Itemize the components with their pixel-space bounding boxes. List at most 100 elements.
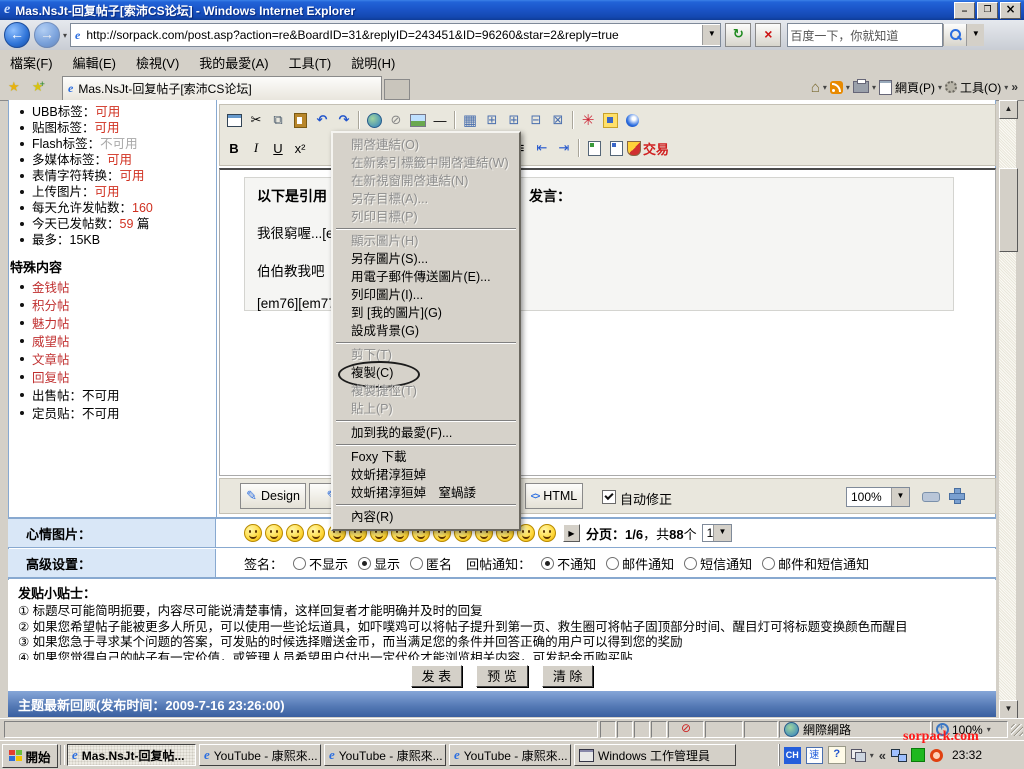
menu-edit[interactable]: 編輯(E) [63,50,126,75]
emoticon[interactable] [307,524,325,542]
delete-cell-icon[interactable] [525,110,547,130]
page-scrollbar-thumb[interactable] [999,168,1018,252]
speed-tray-icon[interactable]: 速 [806,747,823,764]
menu-favorites[interactable]: 我的最愛(A) [189,50,278,75]
scroll-down-icon[interactable]: ▼ [999,700,1018,719]
menu-item-copy-shortcut[interactable]: 複製捷徑(T) [334,382,518,400]
undo-icon[interactable] [311,110,333,130]
preview-button[interactable]: 预 览 [476,665,528,687]
menu-help[interactable]: 說明(H) [341,50,405,75]
active-tab[interactable]: e Mas.NsJt-回复帖子[索沛CS论坛] [62,76,382,100]
overflow-chevron[interactable]: » [1011,80,1018,94]
emoticon-next-page-icon[interactable]: ▶ [563,524,580,542]
remove-link-icon[interactable] [385,110,407,130]
page-zoom-dropdown-icon[interactable]: ▾ [987,725,991,734]
menu-item-paste[interactable]: 貼上(P) [334,400,518,418]
address-input[interactable] [84,27,702,43]
notify-email-radio[interactable] [606,557,619,570]
page-menu-icon[interactable] [879,80,892,95]
indent-icon[interactable] [553,138,575,158]
minimize-button[interactable] [954,2,975,19]
nav-history-dropdown-icon[interactable]: ▾ [63,31,67,40]
radio-label[interactable]: 邮件通知 [622,554,674,573]
quote-icon[interactable] [583,138,605,158]
insert-media-icon[interactable] [577,110,599,130]
radio-label[interactable]: 不通知 [557,554,596,573]
close-button[interactable] [1000,2,1021,19]
page-select-dropdown-icon[interactable]: ▼ [713,525,730,541]
sign-show-radio[interactable] [358,557,371,570]
taskbar-task[interactable]: e YouTube - 康熙來... [199,744,321,766]
download-tray-icon[interactable] [930,749,943,762]
taskbar-task[interactable]: Windows 工作管理員 [574,744,736,766]
forward-button[interactable]: → [34,22,60,48]
search-box[interactable] [787,23,943,47]
scroll-up-icon[interactable]: ▲ [999,100,1018,119]
page-menu-dropdown-icon[interactable]: ▾ [938,83,942,92]
emoticon[interactable] [286,524,304,542]
zoom-in-icon[interactable] [948,487,964,503]
print-dropdown-icon[interactable]: ▾ [872,83,876,92]
hyperlink-icon[interactable] [363,110,385,130]
menu-tools[interactable]: 工具(T) [279,50,342,75]
clear-button[interactable]: 清 除 [542,665,594,687]
italic-icon[interactable]: I [245,138,267,158]
menu-item-open-link[interactable]: 開啓連結(O) [334,136,518,154]
menu-item-properties[interactable]: 內容(R) [334,508,518,526]
add-favorite-icon[interactable]: ★+ [32,79,49,95]
tools-gear-icon[interactable] [945,81,957,93]
language-bar-icon[interactable] [851,749,865,761]
html-tab-button[interactable]: <> HTML [525,483,583,509]
rss-dropdown-icon[interactable]: ▾ [846,83,850,92]
collapse-tray-chevron[interactable]: « [879,748,886,763]
menu-item-email-picture[interactable]: 用電子郵件傳送圖片(E)... [334,268,518,286]
trade-button[interactable]: 交易 [643,139,669,158]
insert-table-icon[interactable] [459,110,481,130]
search-icon[interactable] [943,24,966,46]
emoticon-page-select[interactable]: 1▼ [702,524,732,542]
menu-item-save-picture[interactable]: 另存圖片(S)... [334,250,518,268]
menu-item-foxy-download[interactable]: Foxy 下載 [334,448,518,466]
redo-icon[interactable] [333,110,355,130]
outdent-icon[interactable] [531,138,553,158]
menu-item-set-as-background[interactable]: 設成背景(G) [334,322,518,340]
print-icon[interactable] [853,81,869,93]
insert-flash-icon[interactable] [599,110,621,130]
language-indicator[interactable]: CH [784,747,801,764]
taskbar-task[interactable]: e YouTube - 康熙來... [449,744,571,766]
help-tray-icon[interactable]: ? [828,746,846,764]
search-dropdown-icon[interactable]: ▼ [966,24,984,46]
zoom-dropdown-icon[interactable]: ▼ [891,488,909,506]
menu-view[interactable]: 檢視(V) [126,50,189,75]
insert-row-icon[interactable] [481,110,503,130]
notify-both-radio[interactable] [762,557,775,570]
emoticon[interactable] [244,524,262,542]
taskbar-task[interactable]: e YouTube - 康熙來... [324,744,446,766]
menu-item-add-to-favorites[interactable]: 加到我的最愛(F)... [334,424,518,442]
menu-item-copy[interactable]: 複製(C) [334,364,518,382]
menu-item-save-target[interactable]: 另存目標(A)... [334,190,518,208]
menu-item-thunder-download[interactable]: 妏蚚捃淳狟婥 [334,466,518,484]
trade-shield-icon[interactable] [627,141,641,156]
code-icon[interactable] [605,138,627,158]
underline-icon[interactable]: U [267,138,289,158]
search-input[interactable] [788,27,942,43]
sign-hide-radio[interactable] [293,557,306,570]
menu-item-open-link-new-window[interactable]: 在新視窗開啓連結(N) [334,172,518,190]
menu-item-go-my-pictures[interactable]: 到 [我的圖片](G) [334,304,518,322]
new-document-icon[interactable] [223,110,245,130]
tools-menu[interactable]: 工具(O) [960,79,1001,96]
menu-item-thunder-download-all[interactable]: 妏蚚捃淳狟婥 窒蝸諉 [334,484,518,502]
menu-item-print-picture[interactable]: 列印圖片(I)... [334,286,518,304]
tools-menu-dropdown-icon[interactable]: ▾ [1004,83,1008,92]
post-button[interactable]: 发 表 [411,665,463,687]
resize-grip[interactable] [1011,724,1023,736]
radio-label[interactable]: 短信通知 [700,554,752,573]
menu-item-cut[interactable]: 剪下(T) [334,346,518,364]
menu-file[interactable]: 檔案(F) [0,50,63,75]
favorites-star-icon[interactable]: ★ [8,79,20,95]
network-tray-icon[interactable] [891,749,906,761]
rss-icon[interactable] [830,81,843,94]
horizontal-rule-icon[interactable] [429,110,451,130]
tray-options-dropdown-icon[interactable]: ▾ [870,751,874,760]
